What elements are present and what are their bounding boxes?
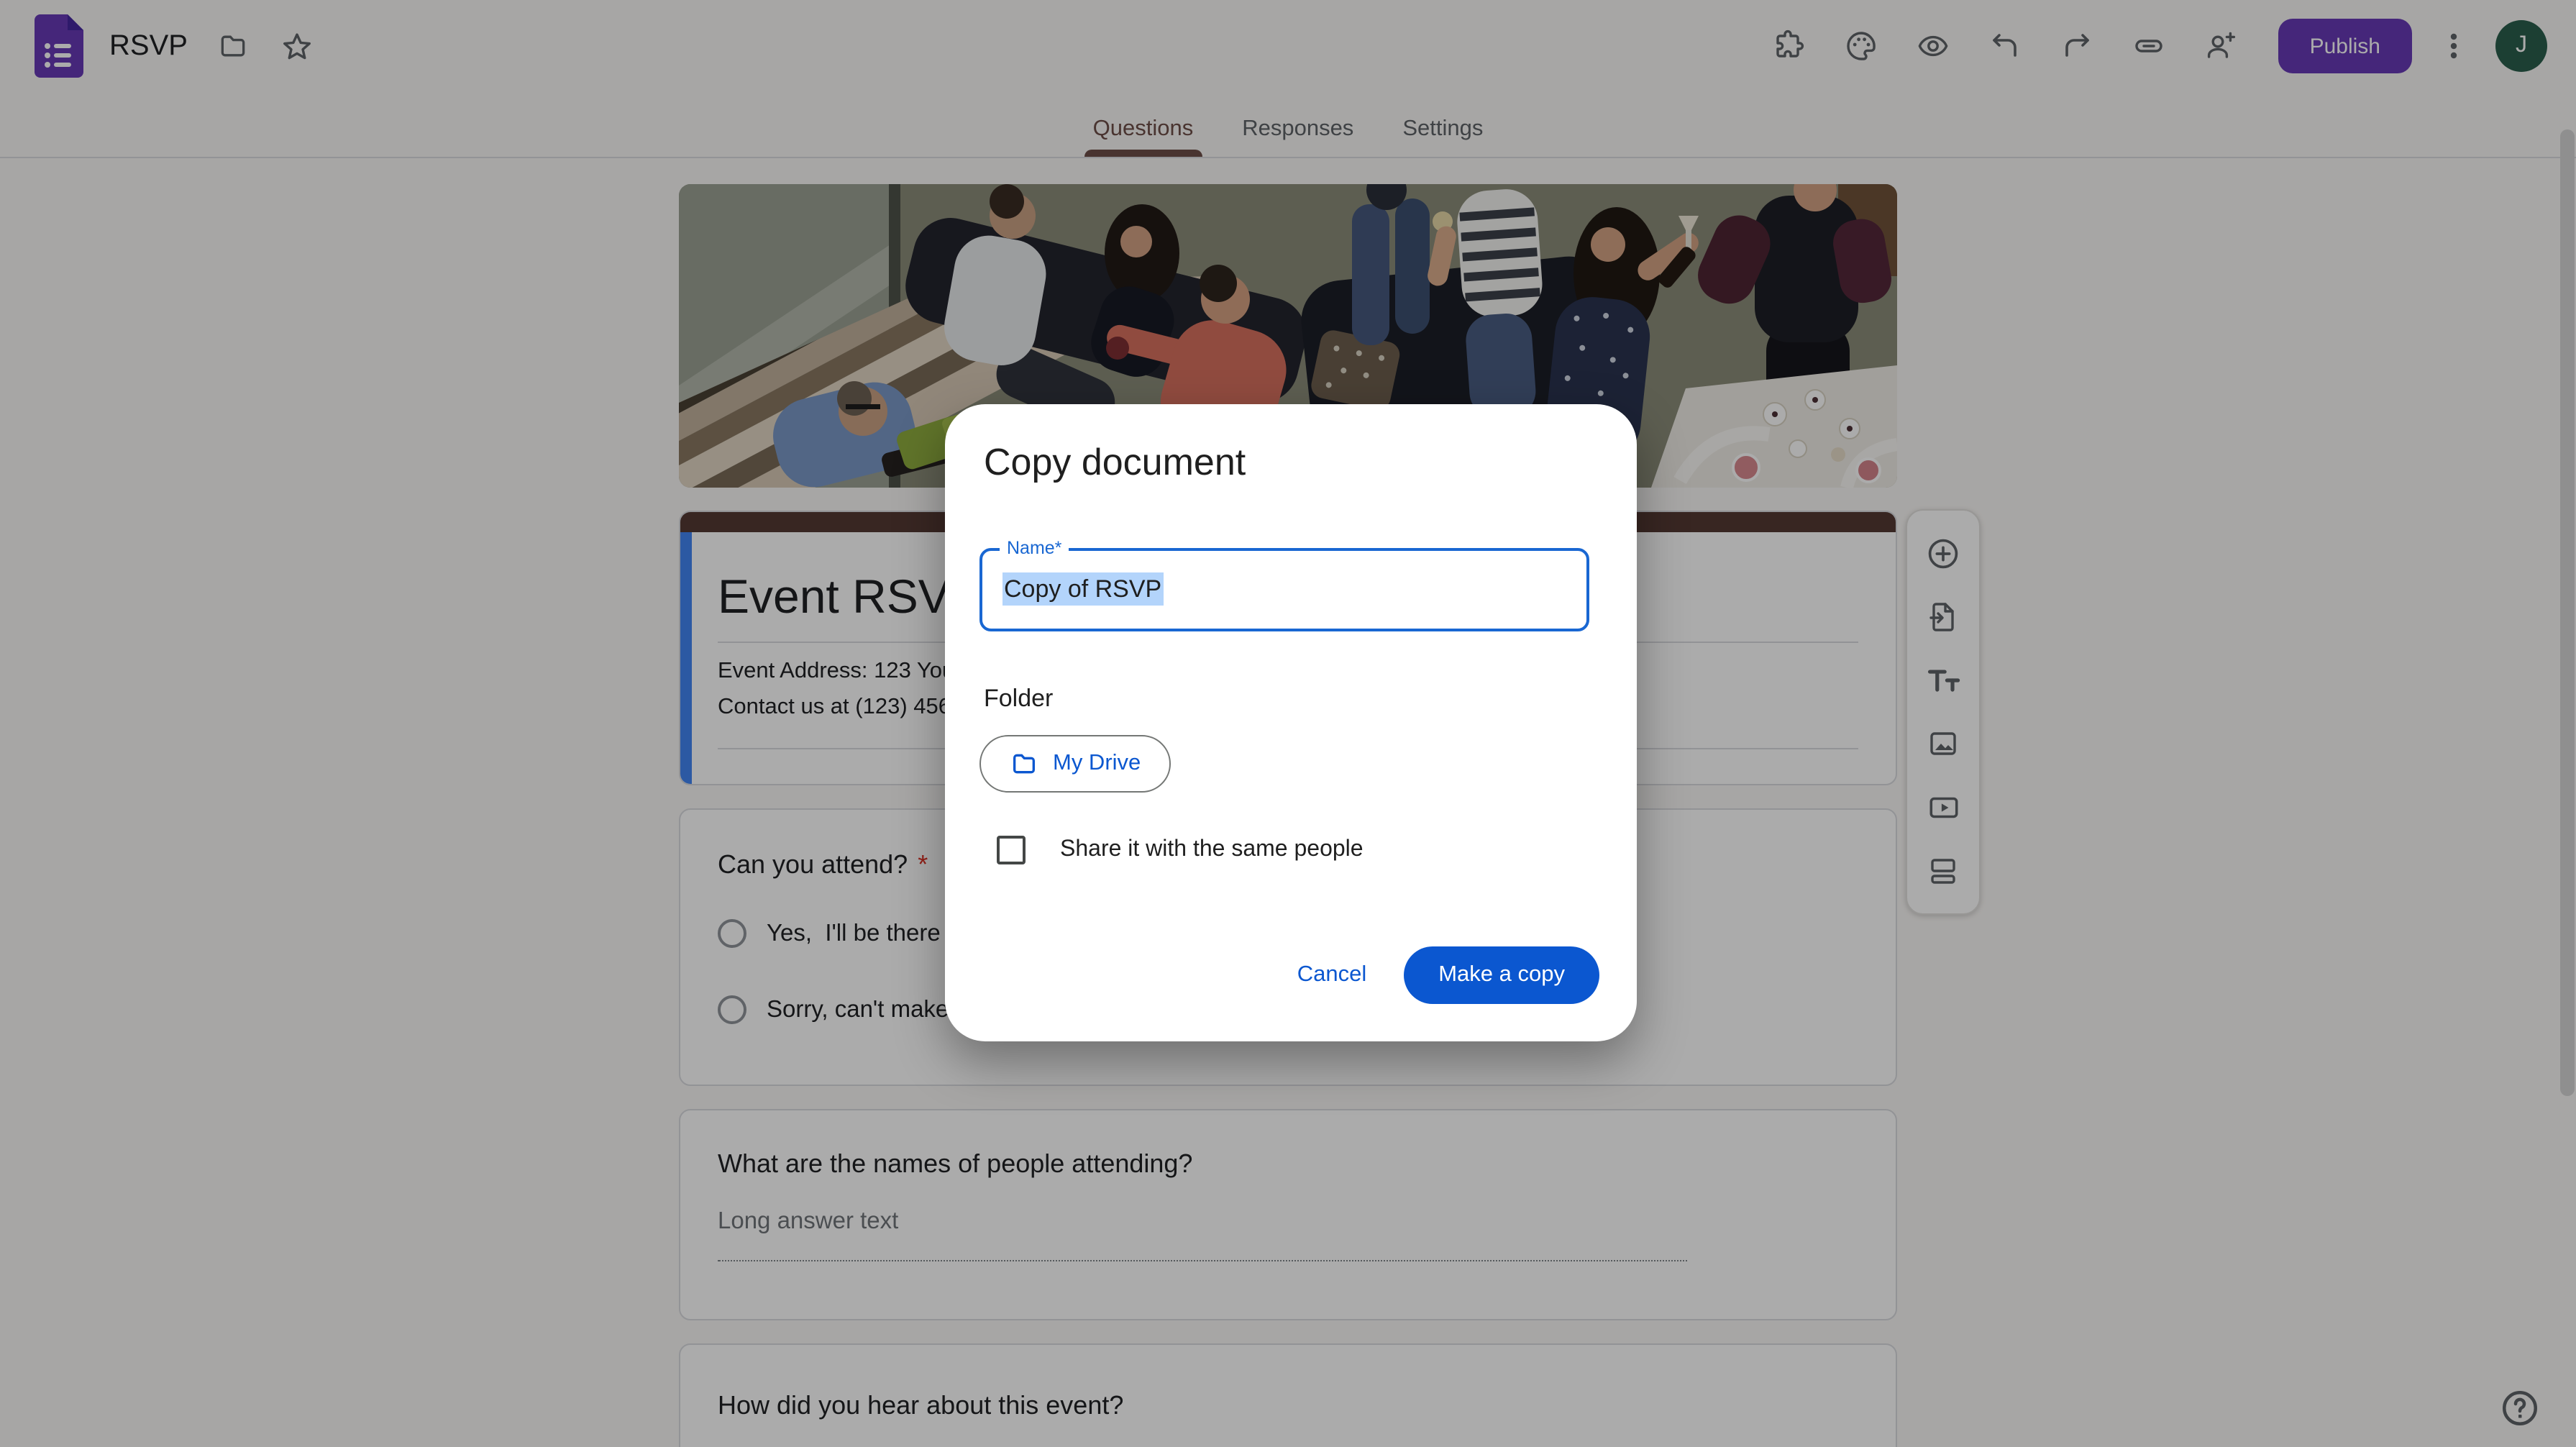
dialog-actions: Cancel Make a copy <box>1271 946 1599 1004</box>
share-checkbox-label[interactable]: Share it with the same people <box>1060 837 1364 863</box>
dialog-title: Copy document <box>984 440 1246 485</box>
scrollbar-thumb[interactable] <box>2560 129 2575 1096</box>
make-a-copy-button[interactable]: Make a copy <box>1404 946 1599 1004</box>
name-field-label: Name* <box>1000 538 1069 558</box>
copy-name-input[interactable]: Name* Copy of RSVP <box>979 548 1589 631</box>
selected-input-text: Copy of RSVP <box>1002 572 1163 606</box>
folder-section-label: Folder <box>984 685 1053 713</box>
forms-editor-page: RSVP <box>0 0 2576 1447</box>
copy-document-dialog: Copy document Name* Copy of RSVP Folder … <box>945 404 1637 1041</box>
cancel-button[interactable]: Cancel <box>1271 946 1393 1004</box>
share-checkbox-row[interactable]: Share it with the same people <box>997 836 1364 864</box>
checkbox-unchecked-icon[interactable] <box>997 836 1026 864</box>
folder-icon <box>1010 749 1038 778</box>
my-drive-button[interactable]: My Drive <box>979 735 1171 793</box>
